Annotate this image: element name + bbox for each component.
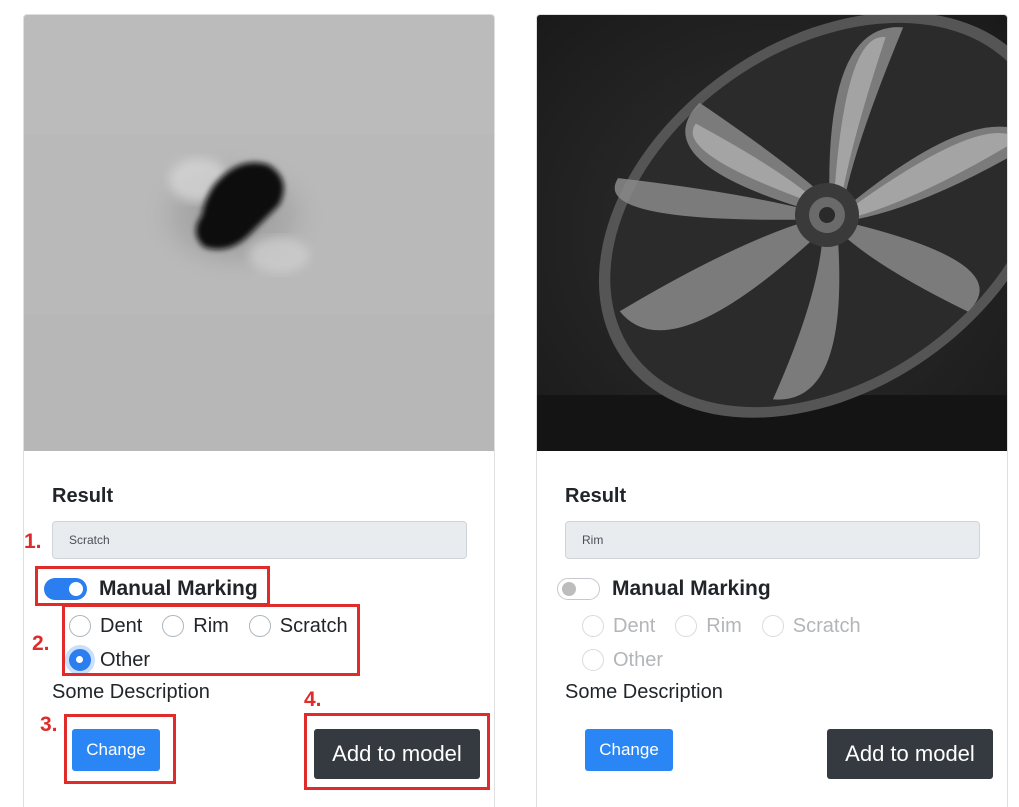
radio-label: Scratch: [279, 614, 348, 637]
result-title: Result: [52, 485, 114, 507]
result-title: Result: [565, 485, 627, 507]
radio-label: Scratch: [792, 614, 861, 637]
annotation-number-4: 4.: [304, 688, 322, 711]
manual-marking-label: Manual Marking: [612, 577, 771, 600]
annotation-number-1: 1.: [24, 530, 42, 553]
radio-rim[interactable]: Rim: [162, 615, 229, 638]
description-text: Some Description: [565, 681, 723, 703]
radio-circle[interactable]: [761, 615, 784, 637]
toggle-knob: [562, 582, 576, 596]
radio-circle[interactable]: [69, 615, 91, 637]
manual-marking-toggle[interactable]: [557, 578, 600, 600]
wheel-rim-image: [537, 15, 1007, 451]
radio-other[interactable]: Other: [69, 649, 150, 672]
manual-marking-toggle[interactable]: [44, 578, 87, 600]
result-value-field: Scratch: [52, 521, 467, 559]
radio-rim[interactable]: Rim: [675, 615, 742, 638]
radio-label: Rim: [193, 614, 229, 637]
radio-scratch[interactable]: Scratch: [248, 614, 348, 638]
result-value-field: Rim: [565, 521, 980, 559]
defect-type-radio-group: Dent Rim Scratch Other: [582, 609, 882, 677]
manual-marking-toggle-row[interactable]: Manual Marking: [44, 574, 258, 604]
manual-marking-label: Manual Marking: [99, 577, 258, 600]
manual-marking-toggle-row[interactable]: Manual Marking: [557, 574, 771, 604]
change-button[interactable]: Change: [72, 729, 160, 771]
radio-circle[interactable]: [675, 615, 698, 637]
defect-type-radio-group: Dent Rim Scratch Other: [69, 609, 369, 677]
add-to-model-button[interactable]: Add to model: [314, 729, 480, 779]
radio-dent[interactable]: Dent: [582, 615, 655, 638]
toggle-knob: [69, 582, 83, 596]
radio-label: Rim: [706, 614, 742, 637]
radio-circle[interactable]: [582, 615, 604, 637]
radio-label: Dent: [613, 614, 656, 637]
annotation-number-3: 3.: [40, 713, 58, 736]
radio-other[interactable]: Other: [582, 649, 663, 672]
radio-scratch[interactable]: Scratch: [761, 614, 861, 638]
radio-circle[interactable]: [162, 615, 185, 637]
radio-circle[interactable]: [582, 649, 604, 671]
radio-label: Other: [613, 648, 664, 671]
radio-dent[interactable]: Dent: [69, 615, 142, 638]
radio-circle[interactable]: [69, 649, 91, 671]
radio-label: Dent: [100, 614, 143, 637]
annotation-number-2: 2.: [32, 632, 50, 655]
defect-closeup-image: [24, 15, 494, 451]
result-card-2: Result Rim Manual Marking Dent Rim Scrat…: [536, 14, 1008, 807]
description-text: Some Description: [52, 681, 210, 703]
add-to-model-button[interactable]: Add to model: [827, 729, 993, 779]
result-card-1: Result Scratch Manual Marking Dent Rim S…: [23, 14, 495, 807]
radio-label: Other: [100, 648, 151, 671]
change-button[interactable]: Change: [585, 729, 673, 771]
radio-circle[interactable]: [248, 615, 271, 637]
